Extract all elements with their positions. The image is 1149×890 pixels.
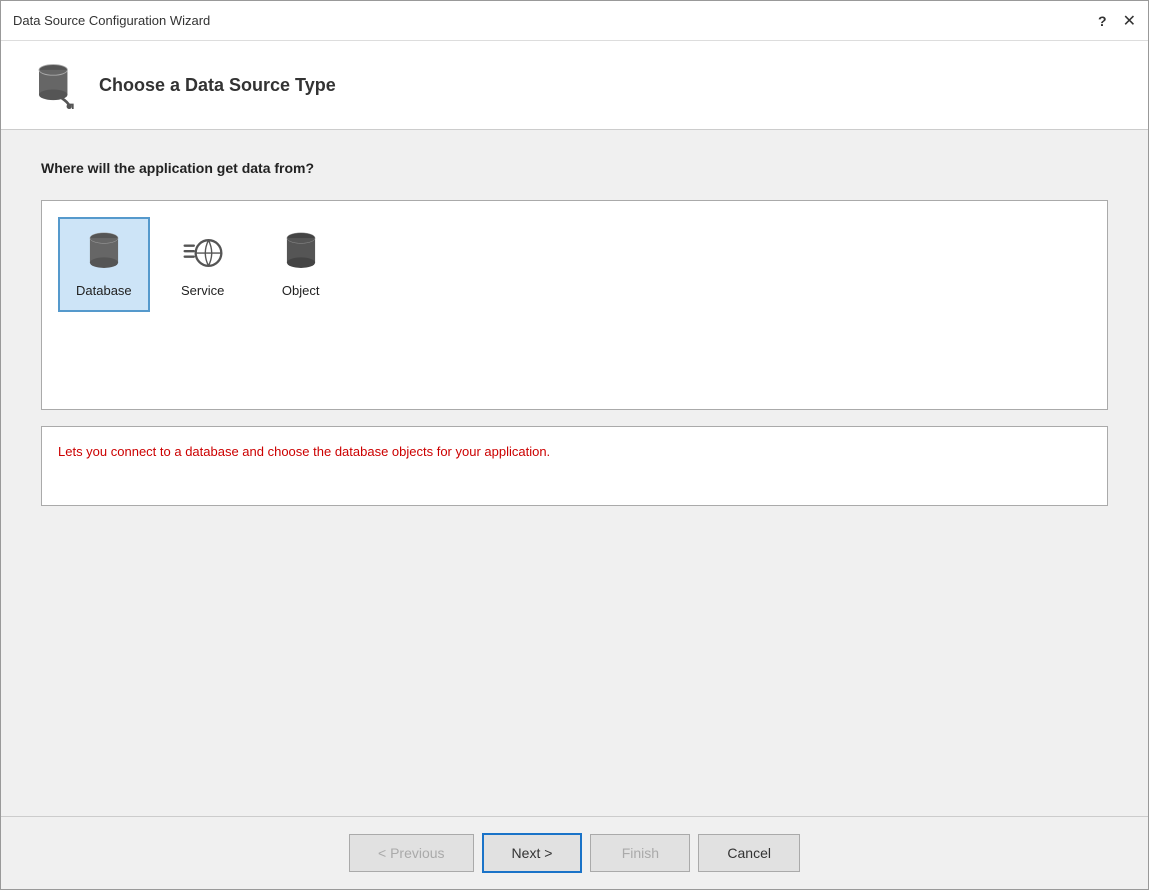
finish-button[interactable]: Finish [590,834,690,872]
option-service-label: Service [181,283,224,298]
service-option-icon [181,231,225,275]
footer: < Previous Next > Finish Cancel [1,816,1148,889]
window-title: Data Source Configuration Wizard [13,13,210,28]
option-object[interactable]: Object [256,217,346,312]
header-section: Choose a Data Source Type [1,41,1148,130]
title-bar-controls: ? ✕ [1098,11,1136,31]
section-question: Where will the application get data from… [41,160,1108,176]
options-box: Database Service [41,200,1108,410]
option-object-label: Object [282,283,320,298]
header-title: Choose a Data Source Type [99,75,336,96]
wizard-window: Data Source Configuration Wizard ? ✕ Cho… [0,0,1149,890]
option-database-label: Database [76,283,132,298]
previous-button[interactable]: < Previous [349,834,474,872]
main-content: Where will the application get data from… [1,130,1148,816]
spacer [41,522,1108,786]
close-button[interactable]: ✕ [1123,11,1136,31]
help-button[interactable]: ? [1098,13,1107,29]
next-button[interactable]: Next > [482,833,583,873]
description-box: Lets you connect to a database and choos… [41,426,1108,506]
option-service[interactable]: Service [158,217,248,312]
cancel-button[interactable]: Cancel [698,834,800,872]
object-option-icon [279,231,323,275]
description-text: Lets you connect to a database and choos… [58,444,550,459]
option-database[interactable]: Database [58,217,150,312]
header-database-icon [31,61,79,109]
title-bar: Data Source Configuration Wizard ? ✕ [1,1,1148,41]
database-option-icon [82,231,126,275]
